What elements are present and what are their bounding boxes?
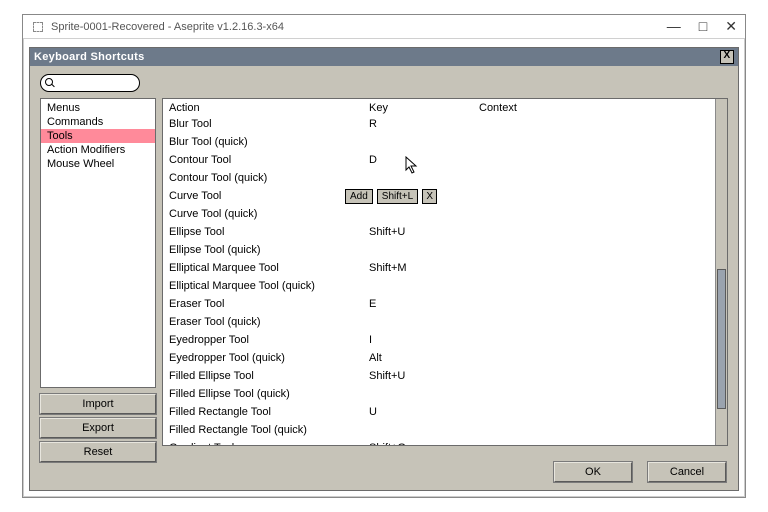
window-title: Sprite-0001-Recovered - Aseprite v1.2.16… bbox=[51, 21, 667, 33]
action-cell: Ellipse Tool (quick) bbox=[169, 244, 369, 256]
shortcut-key-field[interactable]: Shift+L bbox=[377, 189, 418, 204]
action-cell: Blur Tool bbox=[169, 118, 369, 130]
window-controls: — □ ✕ bbox=[667, 18, 737, 35]
maximize-button[interactable]: □ bbox=[699, 18, 707, 35]
keyboard-shortcuts-dialog: Keyboard Shortcuts X MenusCommandsToolsA… bbox=[29, 47, 739, 491]
category-item[interactable]: Tools bbox=[41, 129, 155, 143]
category-list[interactable]: MenusCommandsToolsAction ModifiersMouse … bbox=[40, 98, 156, 388]
table-row[interactable]: Curve ToolAdd Shift+L X bbox=[163, 187, 715, 205]
search-icon bbox=[45, 78, 55, 88]
cancel-button[interactable]: Cancel bbox=[648, 462, 726, 482]
table-row[interactable]: Filled Ellipse ToolShift+U bbox=[163, 367, 715, 385]
action-cell: Filled Ellipse Tool bbox=[169, 370, 369, 382]
table-row[interactable]: Ellipse Tool (quick) bbox=[163, 241, 715, 259]
dialog-title: Keyboard Shortcuts bbox=[34, 51, 720, 63]
action-cell: Filled Rectangle Tool bbox=[169, 406, 369, 418]
key-cell: I bbox=[369, 334, 479, 346]
table-row[interactable]: Eraser Tool (quick) bbox=[163, 313, 715, 331]
key-cell: E bbox=[369, 298, 479, 310]
action-cell: Elliptical Marquee Tool bbox=[169, 262, 369, 274]
category-item[interactable]: Commands bbox=[41, 115, 155, 129]
category-item[interactable]: Action Modifiers bbox=[41, 143, 155, 157]
header-action: Action bbox=[169, 102, 369, 114]
table-row[interactable]: Gradient ToolShift+G bbox=[163, 439, 715, 445]
minimize-button[interactable]: — bbox=[667, 18, 681, 35]
header-context: Context bbox=[479, 102, 709, 114]
key-cell: U bbox=[369, 406, 479, 418]
table-row[interactable]: Contour ToolD bbox=[163, 151, 715, 169]
shortcuts-table: Action Key Context Blur ToolRBlur Tool (… bbox=[162, 98, 728, 446]
table-row[interactable]: Ellipse ToolShift+U bbox=[163, 223, 715, 241]
key-cell: Shift+U bbox=[369, 226, 479, 238]
table-row[interactable]: Filled Rectangle ToolU bbox=[163, 403, 715, 421]
key-cell: R bbox=[369, 118, 479, 130]
action-cell: Contour Tool (quick) bbox=[169, 172, 369, 184]
table-row[interactable]: Eyedropper Tool (quick)Alt bbox=[163, 349, 715, 367]
action-cell: Eraser Tool (quick) bbox=[169, 316, 369, 328]
category-item[interactable]: Menus bbox=[41, 101, 155, 115]
key-cell: Shift+M bbox=[369, 262, 479, 274]
close-button[interactable]: ✕ bbox=[725, 18, 737, 35]
key-cell: Shift+U bbox=[369, 370, 479, 382]
table-row[interactable]: Blur Tool (quick) bbox=[163, 133, 715, 151]
action-cell: Elliptical Marquee Tool (quick) bbox=[169, 280, 369, 292]
table-row[interactable]: Eraser ToolE bbox=[163, 295, 715, 313]
titlebar[interactable]: Sprite-0001-Recovered - Aseprite v1.2.16… bbox=[23, 15, 745, 39]
add-shortcut-button[interactable]: Add bbox=[345, 189, 373, 204]
action-cell: Contour Tool bbox=[169, 154, 369, 166]
import-button[interactable]: Import bbox=[40, 394, 156, 414]
table-row[interactable]: Filled Rectangle Tool (quick) bbox=[163, 421, 715, 439]
key-cell: Shift+G bbox=[369, 442, 479, 445]
action-cell: Eraser Tool bbox=[169, 298, 369, 310]
table-row[interactable]: Blur ToolR bbox=[163, 115, 715, 133]
ok-button[interactable]: OK bbox=[554, 462, 632, 482]
action-cell: Curve Tool (quick) bbox=[169, 208, 369, 220]
reset-button[interactable]: Reset bbox=[40, 442, 156, 462]
key-cell: D bbox=[369, 154, 479, 166]
category-item[interactable]: Mouse Wheel bbox=[41, 157, 155, 171]
table-row[interactable]: Contour Tool (quick) bbox=[163, 169, 715, 187]
action-cell: Blur Tool (quick) bbox=[169, 136, 369, 148]
scrollbar[interactable] bbox=[715, 99, 727, 445]
search-input[interactable] bbox=[40, 74, 140, 92]
action-cell: Filled Ellipse Tool (quick) bbox=[169, 388, 369, 400]
action-cell: Filled Rectangle Tool (quick) bbox=[169, 424, 369, 436]
row-inline-controls: Add Shift+L X bbox=[345, 189, 437, 204]
clear-shortcut-button[interactable]: X bbox=[422, 189, 437, 204]
action-cell: Eyedropper Tool (quick) bbox=[169, 352, 369, 364]
action-cell: Gradient Tool bbox=[169, 442, 369, 445]
export-button[interactable]: Export bbox=[40, 418, 156, 438]
action-cell: Curve Tool bbox=[169, 190, 369, 202]
action-cell: Ellipse Tool bbox=[169, 226, 369, 238]
app-window: Sprite-0001-Recovered - Aseprite v1.2.16… bbox=[22, 14, 746, 498]
dialog-close-button[interactable]: X bbox=[720, 50, 734, 64]
key-cell: Alt bbox=[369, 352, 479, 364]
table-row[interactable]: Elliptical Marquee Tool (quick) bbox=[163, 277, 715, 295]
app-icon bbox=[31, 20, 45, 34]
header-key: Key bbox=[369, 102, 479, 114]
scroll-thumb[interactable] bbox=[717, 269, 726, 409]
action-cell: Eyedropper Tool bbox=[169, 334, 369, 346]
table-row[interactable]: Curve Tool (quick) bbox=[163, 205, 715, 223]
table-header: Action Key Context bbox=[163, 99, 715, 115]
table-row[interactable]: Filled Ellipse Tool (quick) bbox=[163, 385, 715, 403]
table-row[interactable]: Eyedropper ToolI bbox=[163, 331, 715, 349]
dialog-titlebar[interactable]: Keyboard Shortcuts X bbox=[30, 48, 738, 66]
table-row[interactable]: Elliptical Marquee ToolShift+M bbox=[163, 259, 715, 277]
